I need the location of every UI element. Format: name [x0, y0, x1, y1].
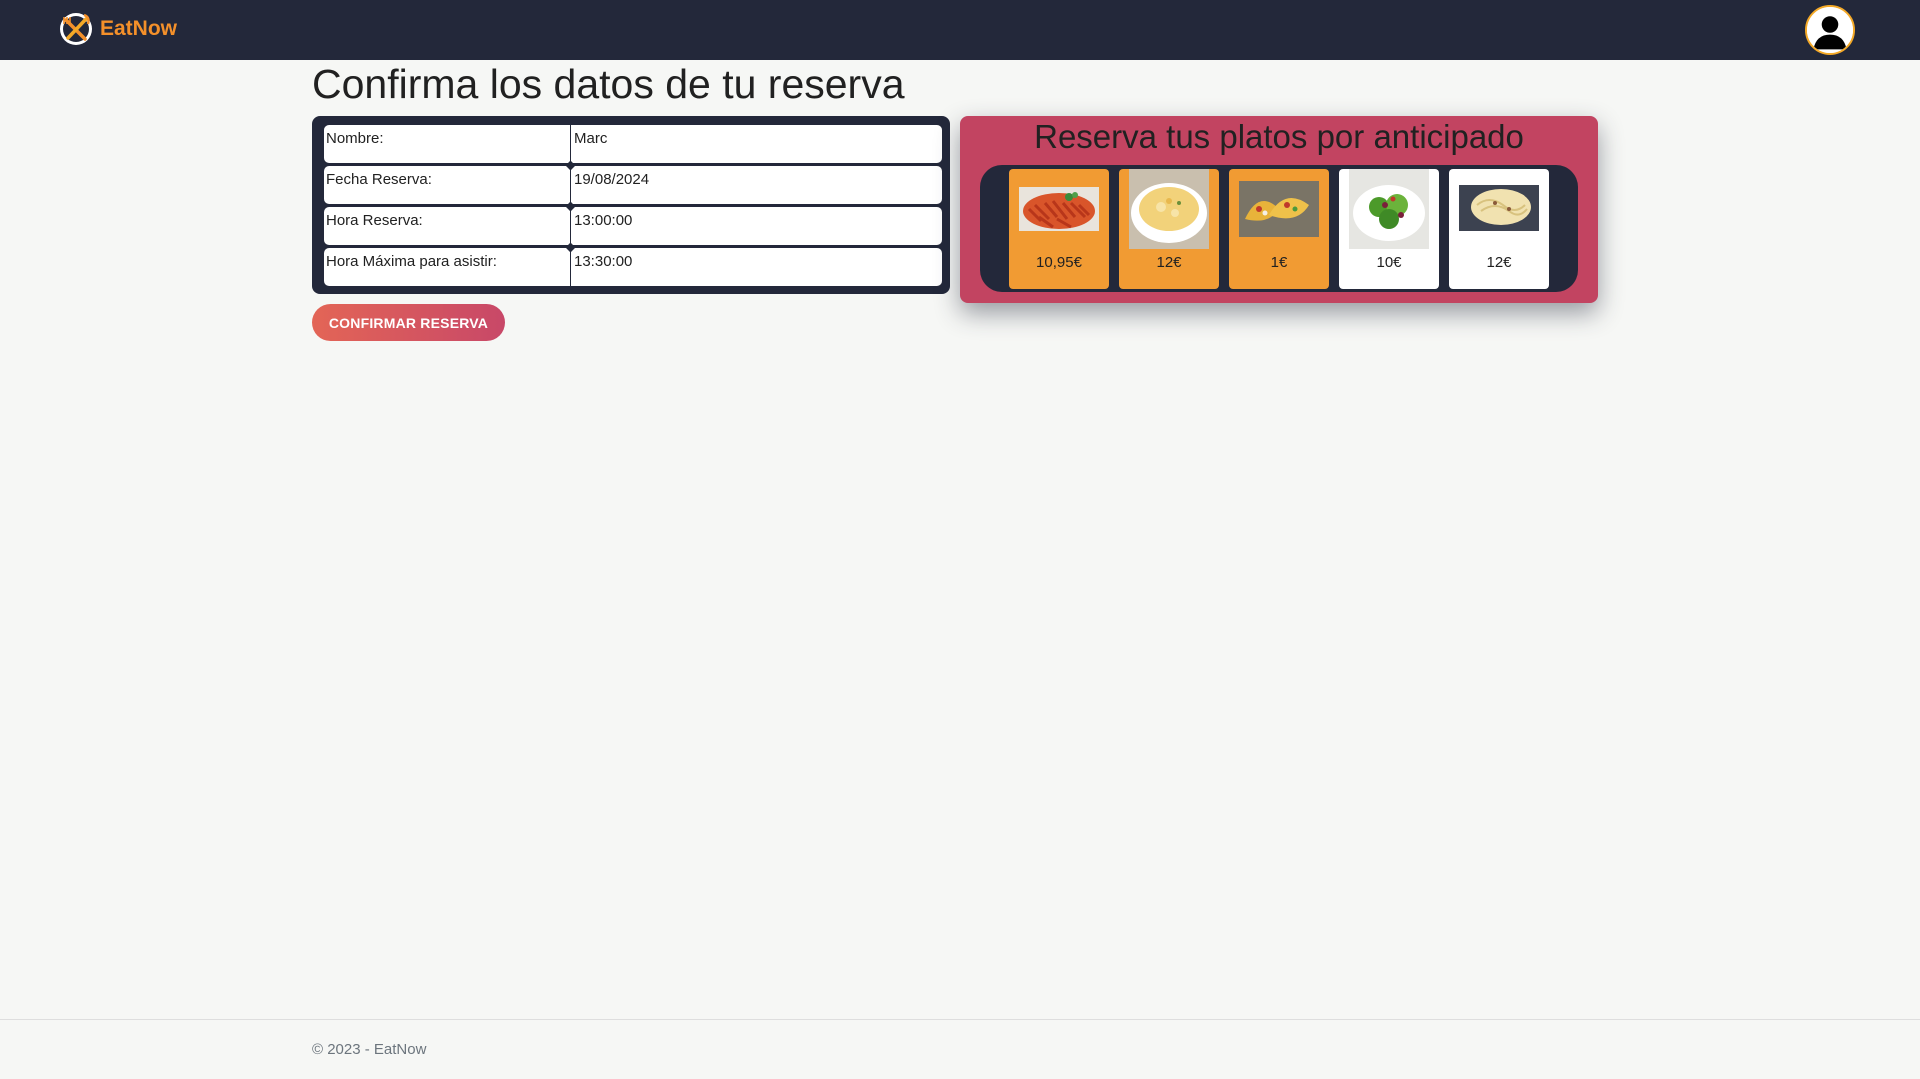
salad-image [1349, 169, 1429, 249]
dish-price: 10€ [1376, 254, 1402, 271]
dish-card[interactable]: 12€ [1119, 169, 1219, 289]
dish-price: 1€ [1270, 254, 1288, 271]
brand-link[interactable]: EatNow [58, 11, 177, 47]
details-label: Nombre: [324, 125, 571, 163]
dish-price: 12€ [1156, 254, 1182, 271]
user-avatar-button[interactable] [1805, 5, 1855, 55]
details-label: Fecha Reserva: [324, 166, 571, 204]
details-value: 13:00:00 [574, 212, 633, 229]
details-label: Hora Reserva: [324, 207, 571, 245]
details-row-name: Nombre: Marc [324, 125, 942, 163]
dishes-strip: 10,95€ 12€ 1€ 10€ 12€ [980, 165, 1578, 292]
preorder-panel: Reserva tus platos por anticipado 10,95€ [960, 116, 1598, 303]
details-label: Hora Máxima para asistir: [324, 248, 571, 286]
details-row-date: Fecha Reserva: 19/08/2024 [324, 160, 942, 204]
reservation-details-card: Nombre: Marc Fecha Reserva: 19/08/2024 H… [312, 116, 950, 294]
details-value: 19/08/2024 [574, 171, 650, 188]
eatnow-logo-icon [60, 13, 92, 45]
pasta-penne-image [1019, 187, 1099, 231]
page-title: Confirma los datos de tu reserva [312, 61, 905, 107]
details-value: 13:30:00 [574, 253, 633, 270]
preorder-title: Reserva tus platos por anticipado [1034, 118, 1524, 155]
details-row-max-time: Hora Máxima para asistir: 13:30:00 [324, 242, 942, 286]
footer-copyright: © 2023 - EatNow [312, 1041, 427, 1058]
details-row-time: Hora Reserva: 13:00:00 [324, 201, 942, 245]
dish-card[interactable]: 12€ [1449, 169, 1549, 289]
dish-card[interactable]: 1€ [1229, 169, 1329, 289]
dish-card[interactable]: 10,95€ [1009, 169, 1109, 289]
pasta-carbonara-image [1459, 185, 1539, 231]
dish-price: 10,95€ [1036, 254, 1082, 271]
details-value: Marc [574, 130, 608, 147]
dish-card[interactable]: 10€ [1339, 169, 1439, 289]
footer: © 2023 - EatNow [0, 1019, 1920, 1079]
soup-bowl-image [1129, 169, 1209, 249]
confirm-reservation-button[interactable]: CONFIRMAR RESERVA [312, 304, 505, 341]
brand-name: EatNow [100, 17, 178, 40]
navbar: EatNow [0, 0, 1920, 60]
tacos-image [1239, 181, 1319, 237]
dish-price: 12€ [1486, 254, 1512, 271]
user-avatar-icon [1807, 7, 1853, 53]
